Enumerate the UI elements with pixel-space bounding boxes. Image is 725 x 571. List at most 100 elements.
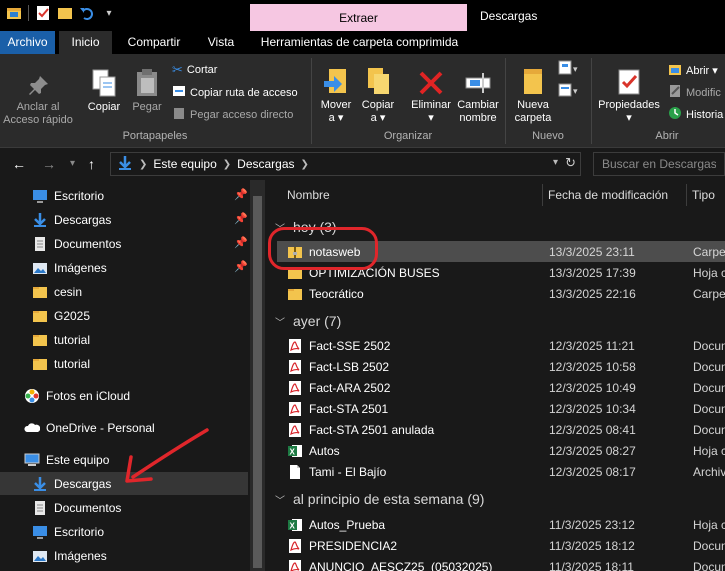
nav-item[interactable]: Fotos en iCloud bbox=[0, 384, 248, 407]
copy-path-button[interactable]: Copiar ruta de acceso bbox=[172, 84, 298, 101]
tab-inicio[interactable]: Inicio bbox=[59, 31, 112, 54]
edit-button[interactable]: Modific bbox=[668, 84, 721, 101]
delete-button[interactable]: Eliminar ▾ bbox=[408, 62, 454, 125]
nav-item[interactable]: Descargas 📌 bbox=[0, 208, 248, 231]
breadcrumb-separator-icon[interactable]: ❯ bbox=[223, 159, 231, 170]
tab-herramientas-carpeta-comprimida[interactable]: Herramientas de carpeta comprimida bbox=[252, 31, 467, 54]
nav-item[interactable]: tutorial bbox=[0, 352, 248, 375]
column-header-name[interactable]: Nombre bbox=[287, 188, 330, 202]
scrollbar-thumb[interactable] bbox=[253, 196, 262, 568]
nav-scrollbar[interactable] bbox=[250, 180, 265, 571]
folder-icon bbox=[287, 286, 303, 302]
column-divider[interactable] bbox=[542, 184, 543, 206]
file-row[interactable]: Fact-STA 2501 anulada 12/3/2025 08:41 Docu… bbox=[277, 419, 725, 440]
breadcrumb-separator-icon[interactable]: ❯ bbox=[139, 159, 147, 170]
pin-icon[interactable]: 📌 bbox=[234, 212, 248, 225]
tab-archivo[interactable]: Archivo bbox=[0, 31, 55, 54]
nav-item[interactable]: Documentos bbox=[0, 496, 248, 519]
move-to-button[interactable]: Mover a ▾ bbox=[316, 62, 356, 125]
nav-item[interactable]: OneDrive - Personal bbox=[0, 416, 248, 439]
search-input[interactable] bbox=[593, 152, 725, 176]
back-arrow-icon[interactable]: ← bbox=[12, 156, 26, 172]
refresh-icon[interactable]: ↻ bbox=[565, 155, 576, 171]
rename-button[interactable]: Cambiar nombre bbox=[455, 62, 501, 125]
file-row[interactable]: Fact-LSB 2502 12/3/2025 10:58 Docun bbox=[277, 356, 725, 377]
pin-icon[interactable]: 📌 bbox=[234, 260, 248, 273]
column-divider[interactable] bbox=[686, 184, 687, 206]
address-bar[interactable]: ❯ Este equipo ❯ Descargas ❯ ▾ ↻ bbox=[110, 152, 581, 176]
file-type: Docun bbox=[693, 422, 725, 437]
undo-icon[interactable] bbox=[79, 5, 95, 21]
new-folder-button[interactable]: Nueva carpeta bbox=[510, 62, 556, 125]
file-row[interactable]: Tami - El Bajío 12/3/2025 08:17 Archiv bbox=[277, 461, 725, 482]
copy-icon bbox=[91, 64, 117, 98]
breadcrumb-descargas[interactable]: Descargas bbox=[237, 157, 294, 171]
customize-toolbar-icon[interactable]: ▾ bbox=[101, 5, 117, 21]
file-row[interactable]: Fact-SSE 2502 12/3/2025 11:21 Docun bbox=[277, 335, 725, 356]
extract-contextual-tab[interactable]: Extraer bbox=[250, 4, 467, 31]
pin-quick-access-button[interactable]: Anclar al Acceso rápido bbox=[3, 64, 73, 127]
nav-item[interactable]: Documentos 📌 bbox=[0, 232, 248, 255]
properties-icon[interactable] bbox=[35, 5, 51, 21]
breadcrumb-separator-icon[interactable]: ❯ bbox=[301, 159, 309, 170]
file-row[interactable]: X Autos 12/3/2025 08:27 Hoja c bbox=[277, 440, 725, 461]
nav-item[interactable]: Imágenes 📌 bbox=[0, 256, 248, 279]
nav-item-label: tutorial bbox=[54, 332, 91, 347]
paste-shortcut-button[interactable]: Pegar acceso directo bbox=[172, 106, 293, 123]
group-header[interactable]: ﹀ al principio de esta semana (9) bbox=[265, 488, 484, 510]
up-arrow-icon[interactable]: ↑ bbox=[88, 156, 95, 172]
file-row[interactable]: PRESIDENCIA2 11/3/2025 18:12 Docun bbox=[277, 535, 725, 556]
column-header-type[interactable]: Tipo bbox=[692, 188, 715, 202]
copy-button[interactable]: Copiar bbox=[84, 64, 124, 114]
onedrive-icon bbox=[24, 420, 40, 436]
properties-button[interactable]: Propiedades ▾ bbox=[594, 62, 664, 125]
column-headers: Nombre Fecha de modificación Tipo bbox=[265, 180, 725, 208]
tab-compartir[interactable]: Compartir bbox=[118, 31, 190, 54]
nav-item[interactable]: cesin bbox=[0, 280, 248, 303]
new-item-button[interactable]: ▾ bbox=[558, 60, 580, 79]
nav-item[interactable]: Escritorio bbox=[0, 520, 248, 543]
explorer-icon[interactable] bbox=[6, 5, 22, 21]
file-row[interactable]: OPTIMIZACIÓN BUSES 13/3/2025 17:39 Hoja c bbox=[277, 262, 725, 283]
pdf-icon bbox=[287, 380, 303, 396]
file-row[interactable]: Fact-STA 2501 12/3/2025 10:34 Docun bbox=[277, 398, 725, 419]
delete-icon bbox=[418, 62, 444, 96]
pin-icon[interactable]: 📌 bbox=[234, 188, 248, 201]
group-header[interactable]: ﹀ ayer (7) bbox=[265, 310, 341, 332]
file-type: Docun bbox=[693, 380, 725, 395]
cut-button[interactable]: ✂ Cortar bbox=[172, 62, 217, 78]
history-button[interactable]: Historia bbox=[668, 106, 723, 123]
new-folder-icon[interactable] bbox=[57, 5, 73, 21]
nav-item[interactable]: tutorial bbox=[0, 328, 248, 351]
chevron-down-icon[interactable]: ﹀ bbox=[275, 492, 289, 507]
easy-access-icon: ▾ bbox=[558, 82, 580, 101]
file-row[interactable]: Fact-ARA 2502 12/3/2025 10:49 Docun bbox=[277, 377, 725, 398]
nav-item[interactable]: Descargas bbox=[0, 472, 248, 495]
breadcrumb-este-equipo[interactable]: Este equipo bbox=[153, 157, 216, 171]
nav-item[interactable]: G2025 bbox=[0, 304, 248, 327]
chevron-down-icon[interactable]: ﹀ bbox=[275, 220, 289, 235]
easy-access-button[interactable]: ▾ bbox=[558, 82, 580, 101]
file-row[interactable]: ANUNCIO_AESCZ25_(05032025) 11/3/2025 18:1… bbox=[277, 556, 725, 571]
nav-item[interactable]: Este equipo bbox=[0, 448, 248, 471]
chevron-down-icon[interactable]: ﹀ bbox=[275, 314, 289, 329]
column-header-date[interactable]: Fecha de modificación bbox=[548, 188, 668, 202]
nav-item[interactable]: Imágenes bbox=[0, 544, 248, 567]
file-date: 12/3/2025 10:49 bbox=[549, 380, 636, 395]
file-row[interactable]: notasweb 13/3/2025 23:11 Carpet bbox=[277, 241, 725, 262]
copy-to-button[interactable]: Copiar a ▾ bbox=[358, 62, 398, 125]
file-type: Hoja c bbox=[693, 265, 725, 280]
forward-arrow-icon[interactable]: → bbox=[42, 156, 56, 172]
paste-button[interactable]: Pegar bbox=[129, 64, 165, 114]
computer-icon bbox=[24, 452, 40, 468]
nav-item[interactable]: Escritorio 📌 bbox=[0, 184, 248, 207]
group-header[interactable]: ﹀ hoy (3) bbox=[265, 216, 337, 238]
open-button[interactable]: Abrir ▾ bbox=[668, 62, 718, 79]
download-icon bbox=[32, 476, 48, 492]
file-row[interactable]: Teocrático 13/3/2025 22:16 Carpet bbox=[277, 283, 725, 304]
recent-locations-icon[interactable]: ▾ bbox=[70, 158, 75, 169]
pin-icon[interactable]: 📌 bbox=[234, 236, 248, 249]
tab-vista[interactable]: Vista bbox=[196, 31, 246, 54]
file-row[interactable]: X Autos_Prueba 11/3/2025 23:12 Hoja c bbox=[277, 514, 725, 535]
chevron-down-icon[interactable]: ▾ bbox=[553, 157, 558, 168]
